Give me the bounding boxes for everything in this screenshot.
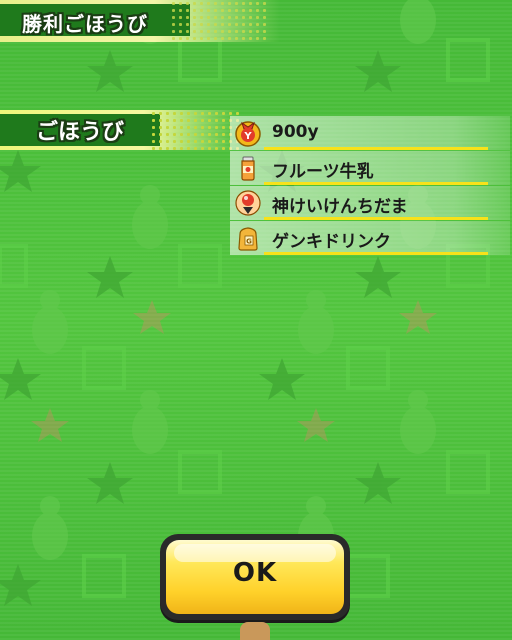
reward-item: フルーツ牛乳 [230,151,510,185]
reward-label: 神けいけんちだま [272,197,408,217]
svg-text:Y: Y [243,131,252,142]
reward-list: Y 900y フルーツ牛乳 神けいけんちだま G ゲンキドリンク [230,116,510,256]
reward-item: G ゲンキドリンク [230,221,510,255]
fruit-milk-icon [234,154,262,182]
reward-label: ゲンキドリンク [272,232,391,252]
reward-underline [264,252,488,255]
ok-button[interactable]: OK [160,534,350,620]
ok-button-label: OK [232,558,278,588]
svg-text:G: G [246,238,252,246]
reward-underline [264,217,488,220]
title-dot-pattern [170,0,270,42]
reward-underline [264,182,488,185]
reward-underline [264,147,488,150]
exp-orb-icon [234,189,262,217]
reward-label: フルーツ牛乳 [272,162,374,182]
reward-item: 神けいけんちだま [230,186,510,220]
page-title: 勝利ごほうび [22,12,148,36]
character-peek [240,622,270,640]
reward-label: 900y [272,122,319,142]
reward-item: Y 900y [230,116,510,150]
rewards-label: ごほうび [36,120,125,145]
money-bag-icon: Y [234,119,262,147]
rewards-dot-pattern [150,110,240,150]
energy-drink-icon: G [234,224,262,252]
